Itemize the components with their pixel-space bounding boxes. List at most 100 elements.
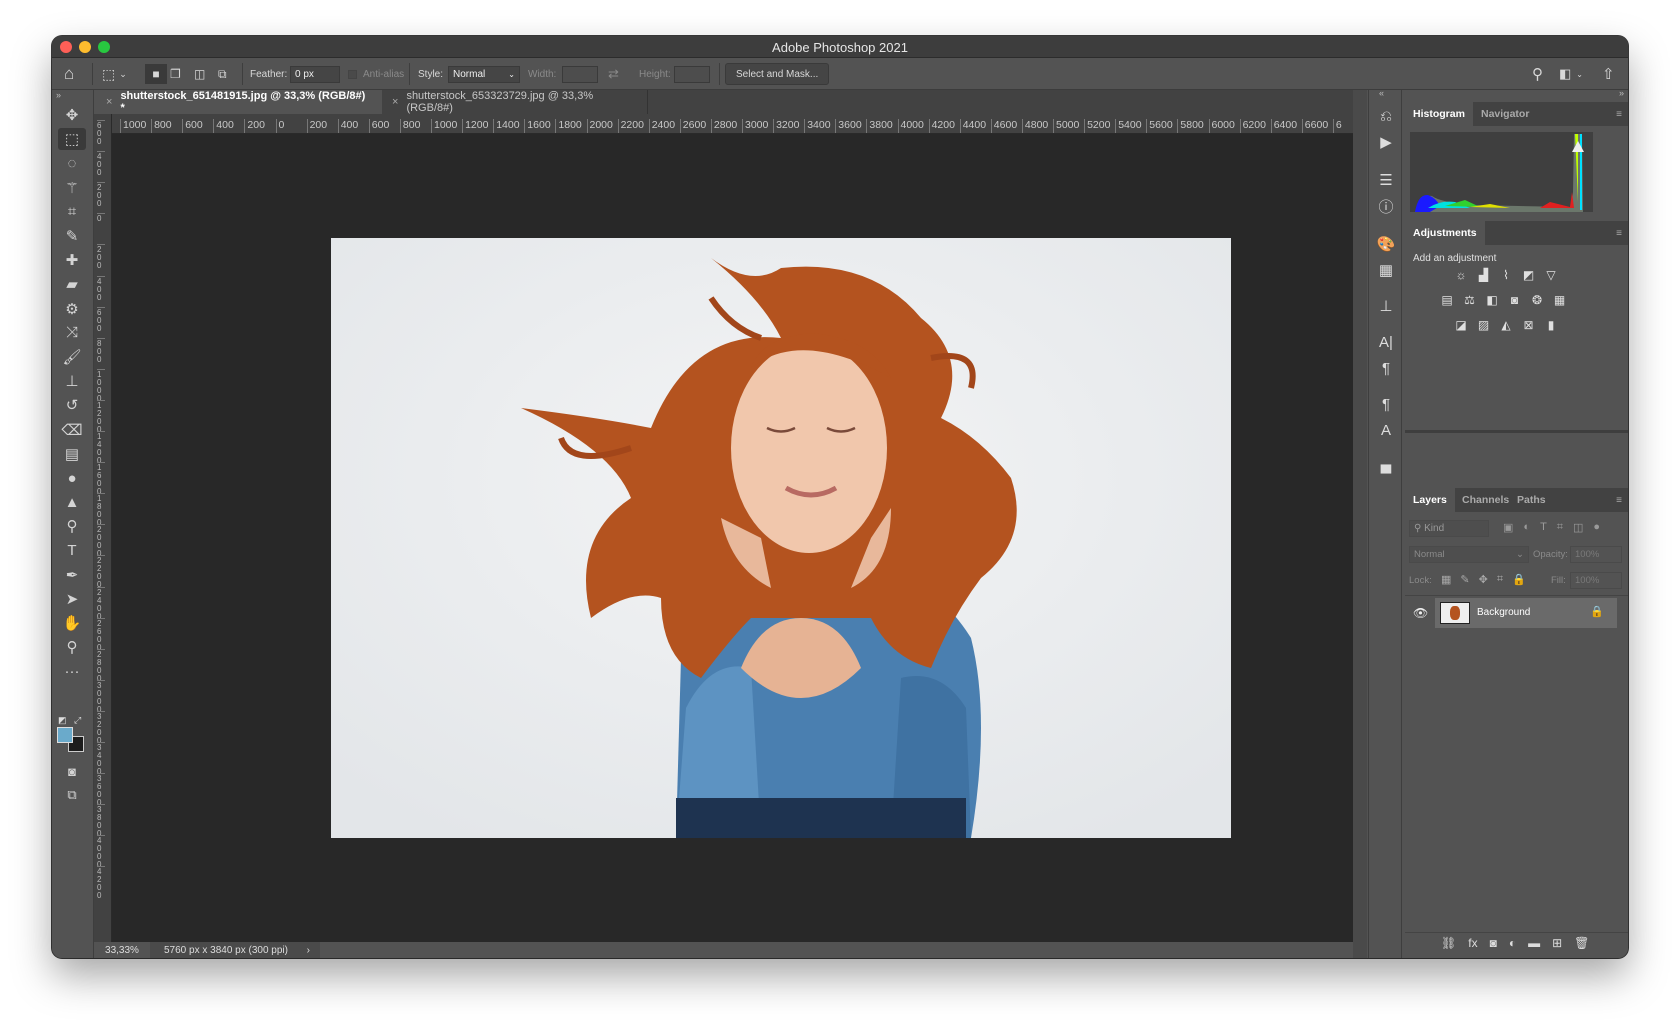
link-layers-icon[interactable]: ⛓: [1441, 936, 1456, 950]
zoom-level[interactable]: 33,33%: [94, 944, 150, 956]
zoom-tool[interactable]: ⚲: [58, 636, 86, 658]
type-filter-icon[interactable]: T: [1540, 521, 1547, 534]
clone-source-icon[interactable]: ⊥: [1369, 294, 1403, 318]
collapse-toolbar-icon[interactable]: »: [56, 90, 61, 100]
blur-tool[interactable]: ●: [58, 467, 86, 489]
share-icon[interactable]: ⇧: [1602, 64, 1615, 84]
color-balance-icon[interactable]: ⚖: [1461, 292, 1479, 308]
select-and-mask-button[interactable]: Select and Mask...: [725, 63, 830, 85]
add-mask-icon[interactable]: ◙: [1490, 936, 1497, 950]
document-image[interactable]: [331, 238, 1231, 838]
lock-all-icon[interactable]: 🔒: [1512, 573, 1526, 586]
posterize-icon[interactable]: ▨: [1475, 317, 1493, 333]
new-group-icon[interactable]: ▬: [1528, 936, 1540, 950]
fill-input[interactable]: 100%: [1570, 572, 1622, 589]
tab-adjustments[interactable]: Adjustments: [1405, 221, 1485, 245]
filter-toggle-icon[interactable]: ●: [1593, 521, 1600, 534]
adjustment-layer-icon[interactable]: ◐: [1509, 936, 1516, 950]
sharpen-tool[interactable]: ▲: [58, 491, 86, 513]
curves-icon[interactable]: ⌇: [1497, 267, 1515, 283]
hue-saturation-icon[interactable]: ▤: [1438, 292, 1456, 308]
tab-channels[interactable]: Channels: [1454, 488, 1517, 512]
content-aware-move-tool[interactable]: ⤨: [58, 322, 86, 344]
eraser-tool[interactable]: ⌫: [58, 419, 86, 441]
panel-menu-icon[interactable]: ≡: [1616, 495, 1622, 506]
properties-icon[interactable]: ☰: [1369, 168, 1403, 192]
type-tool[interactable]: T: [58, 540, 86, 562]
lock-artboard-icon[interactable]: ⌗: [1497, 573, 1503, 586]
foreground-color-swatch[interactable]: [57, 727, 73, 743]
paragraph-icon[interactable]: ¶: [1369, 356, 1403, 380]
delete-layer-icon[interactable]: 🗑: [1574, 936, 1589, 950]
canvas-area[interactable]: [112, 134, 1353, 942]
panel-menu-icon[interactable]: ≡: [1616, 109, 1622, 120]
vibrance-icon[interactable]: ▽: [1542, 267, 1560, 283]
anti-alias-checkbox[interactable]: [348, 69, 357, 79]
expand-panels-icon[interactable]: »: [1619, 88, 1624, 98]
width-input[interactable]: [562, 65, 598, 83]
fx-icon[interactable]: fx: [1468, 936, 1477, 950]
crop-tool[interactable]: ⌗: [58, 201, 86, 223]
brightness-contrast-icon[interactable]: ☼: [1452, 267, 1470, 283]
search-icon[interactable]: ⚲: [1532, 64, 1543, 84]
swap-colors-icon[interactable]: ⤢: [74, 715, 81, 726]
opacity-input[interactable]: 100%: [1570, 546, 1622, 563]
screen-mode-icon[interactable]: ⧉: [58, 784, 86, 806]
spot-healing-tool[interactable]: ✚: [58, 249, 86, 271]
pen-tool[interactable]: ✒: [58, 564, 86, 586]
marquee-preset-picker[interactable]: ⬚ ⌄: [102, 64, 127, 84]
tab-document-2[interactable]: × shutterstock_653323729.jpg @ 33,3% (RGB…: [382, 90, 648, 114]
lock-transparent-icon[interactable]: ▦: [1441, 573, 1451, 586]
layer-kind-filter[interactable]: ⚲ Kind: [1409, 520, 1489, 537]
close-tab-icon[interactable]: ×: [392, 96, 398, 108]
height-input[interactable]: [674, 65, 710, 83]
blend-mode-select[interactable]: Normal ⌄: [1409, 546, 1529, 563]
swap-icon[interactable]: ⇄: [608, 64, 619, 84]
tab-document-1[interactable]: × shutterstock_651481915.jpg @ 33,3% (RGB…: [96, 90, 382, 114]
smart-object-filter-icon[interactable]: ◫: [1573, 521, 1583, 534]
style-select[interactable]: Normal ⌄: [448, 65, 520, 83]
path-selection-tool[interactable]: ➤: [58, 588, 86, 610]
color-lookup-icon[interactable]: ▦: [1551, 292, 1569, 308]
adjustment-filter-icon[interactable]: ◐: [1523, 521, 1530, 534]
new-selection-icon[interactable]: ■: [145, 64, 167, 84]
exposure-icon[interactable]: ◩: [1520, 267, 1538, 283]
tab-layers[interactable]: Layers: [1405, 488, 1455, 512]
character-icon[interactable]: A|: [1369, 330, 1403, 354]
lasso-tool[interactable]: ◌: [58, 152, 86, 174]
clone-stamp-tool[interactable]: ⊥: [58, 370, 86, 392]
selective-color-icon[interactable]: ⊠: [1520, 317, 1538, 333]
channel-mixer-icon[interactable]: ❂: [1528, 292, 1546, 308]
tab-histogram[interactable]: Histogram: [1405, 102, 1473, 126]
canvas-vertical-scrollbar[interactable]: [1353, 90, 1367, 958]
default-colors-icon[interactable]: ◩: [58, 715, 67, 726]
subtract-selection-icon[interactable]: ◫: [194, 64, 205, 84]
levels-icon[interactable]: ▟: [1475, 267, 1493, 283]
invert-icon[interactable]: ◪: [1452, 317, 1470, 333]
pixel-filter-icon[interactable]: ▣: [1503, 521, 1513, 534]
hand-tool[interactable]: ✋: [58, 612, 86, 634]
panel-menu-icon[interactable]: ≡: [1616, 228, 1622, 239]
layer-row-background[interactable]: 👁 Background 🔒: [1405, 598, 1617, 628]
paragraph-styles-icon[interactable]: ¶: [1369, 392, 1403, 416]
libraries-icon[interactable]: ▄: [1369, 452, 1403, 476]
visibility-eye-icon[interactable]: 👁: [1413, 606, 1428, 620]
tab-paths[interactable]: Paths: [1509, 488, 1554, 512]
move-tool[interactable]: ✥: [58, 104, 86, 126]
add-to-selection-icon[interactable]: ❐: [170, 64, 181, 84]
actions-play-icon[interactable]: ▶: [1369, 130, 1403, 154]
photo-filter-icon[interactable]: ◙: [1506, 292, 1524, 308]
workspace-icon[interactable]: ◧ ⌄: [1559, 64, 1583, 84]
intersect-selection-icon[interactable]: ⧉: [218, 64, 227, 84]
lock-image-icon[interactable]: ✎: [1460, 573, 1469, 586]
table-icon[interactable]: ▦: [1369, 258, 1403, 282]
history-icon[interactable]: ⎌: [1369, 104, 1403, 128]
brush-tool[interactable]: 🖌: [58, 346, 86, 368]
quick-mask-icon[interactable]: ◙: [58, 760, 86, 782]
shape-filter-icon[interactable]: ⌗: [1557, 521, 1563, 534]
new-layer-icon[interactable]: ⊞: [1552, 936, 1562, 950]
gradient-map-icon[interactable]: ▮: [1542, 317, 1560, 333]
magic-wand-tool[interactable]: ⚚: [58, 177, 86, 199]
swatches-icon[interactable]: 🎨: [1369, 232, 1403, 256]
tab-navigator[interactable]: Navigator: [1473, 102, 1537, 126]
